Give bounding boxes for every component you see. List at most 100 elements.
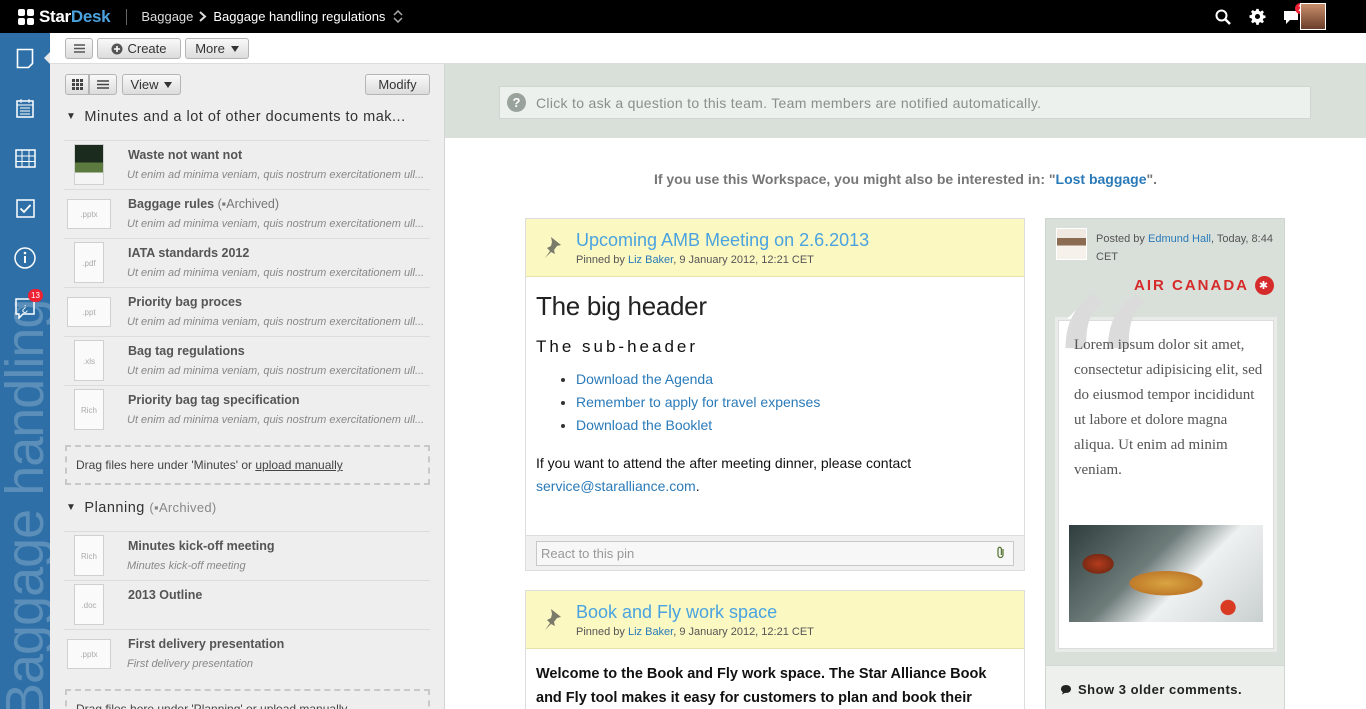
document-title[interactable]: Bag tag regulations [128,344,245,358]
gear-icon[interactable] [1240,0,1274,33]
left-rail: Baggage handling ¿ 13 [0,33,50,709]
pinned-by-link[interactable]: Liz Baker [628,626,673,638]
menu-button[interactable] [65,38,93,59]
hamburger-icon [73,44,85,53]
interest-prefix: If you use this Workspace, you might als… [653,171,1056,187]
ask-band: ? Click to ask a question to this team. … [445,64,1366,138]
dropzone-planning[interactable]: Drag files here under 'Planning' or uplo… [65,689,430,709]
document-row[interactable]: .xls Bag tag regulations Ut enim ad mini… [64,336,430,385]
document-description: Minutes kick-off meeting [127,560,246,572]
info-icon [14,247,36,269]
document-icon [16,48,34,68]
document-row[interactable]: .doc 2013 Outline [64,580,430,629]
rail-item-tasks[interactable] [0,188,50,228]
document-row[interactable]: .pptx Baggage rules (▪Archived) Ut enim … [64,189,430,238]
modify-button[interactable]: Modify [365,74,430,95]
more-label: More [195,41,225,56]
document-row[interactable]: .pdf IATA standards 2012 Ut enim ad mini… [64,238,430,287]
pin-header: Upcoming AMB Meeting on 2.6.2013 Pinned … [526,219,1024,277]
top-bar: Star Desk Baggage Baggage handling regula… [0,0,1366,33]
document-title[interactable]: Priority bag tag specification [128,393,300,407]
checkbox-icon [15,198,35,218]
help-badge: 13 [28,289,43,302]
quote-text: Lorem ipsum dolor sit amet, consectetur … [1074,337,1263,478]
document-row[interactable]: .ppt Priority bag proces Ut enim ad mini… [64,287,430,336]
table-icon [14,148,36,168]
workspace-switch-icon[interactable] [393,10,403,23]
travel-expenses-link[interactable]: Remember to apply for travel expenses [576,394,820,410]
create-label: Create [127,41,167,56]
section-minutes-header[interactable]: ▼ Minutes and a lot of other documents to… [66,109,406,125]
list-icon [97,80,109,89]
document-row[interactable]: Rich Priority bag tag specification Ut e… [64,385,430,434]
document-title[interactable]: 2013 Outline [128,588,202,602]
document-title[interactable]: Priority bag proces [128,295,242,309]
paperclip-icon[interactable] [996,546,1006,562]
email-link[interactable]: service@staralliance.com [536,478,696,494]
create-button[interactable]: Create [97,38,181,59]
document-title[interactable]: Minutes kick-off meeting [128,539,275,553]
interest-suffix: ". [1146,171,1158,187]
pin-meta: Pinned by Liz Baker, 9 January 2012, 12:… [576,626,814,638]
pinned-by-link[interactable]: Liz Baker [628,254,673,266]
rail-item-grid[interactable] [0,138,50,178]
app-logo[interactable]: Star Desk [18,6,111,27]
rail-item-info[interactable] [0,238,50,278]
speech-bubble-icon [1061,685,1071,695]
more-button[interactable]: More [185,38,249,59]
agenda-link[interactable]: Download the Agenda [576,371,713,387]
topbar-divider [126,8,128,25]
document-description: Ut enim ad minima veniam, quis nostrum e… [127,169,425,181]
pushpin-icon [542,235,564,262]
rail-item-help[interactable]: ¿ 13 [0,288,50,328]
document-row[interactable]: Waste not want not Ut enim ad minima ven… [64,140,430,189]
grid-icon [71,79,83,90]
document-title[interactable]: Baggage rules (▪Archived) [128,197,279,211]
breadcrumb-parent[interactable]: Baggage [141,9,193,24]
archived-text: Archived [226,197,275,211]
food-image[interactable] [1069,525,1263,622]
document-thumbnail: Rich [74,535,104,576]
document-description: Ut enim ad minima veniam, quis nostrum e… [127,218,425,230]
dropzone-text: Drag files here under 'Minutes' or [76,458,256,472]
app-name-desk: Desk [70,6,111,26]
breadcrumb-chevron-icon [199,9,207,25]
view-label: View [130,77,159,92]
collapse-triangle-icon: ▼ [66,111,77,122]
rail-item-documents[interactable] [0,38,50,78]
pinned-date: , 9 January 2012, 12:21 CET [673,626,814,638]
list-view-button[interactable] [89,74,117,95]
dropzone-minutes[interactable]: Drag files here under 'Minutes' or uploa… [65,445,430,485]
document-row[interactable]: .pptx First delivery presentation First … [64,629,430,678]
pin-link-list: Download the Agenda Remember to apply fo… [576,371,1024,440]
breadcrumb-current[interactable]: Baggage handling regulations [213,9,385,24]
booklet-link[interactable]: Download the Booklet [576,417,712,433]
document-title-text: Baggage rules [128,197,215,211]
document-row[interactable]: Rich Minutes kick-off meeting Minutes ki… [64,531,430,580]
pin-meta: Pinned by Liz Baker, 9 January 2012, 12:… [576,254,814,266]
user-avatar[interactable] [1300,3,1326,30]
list-item: Download the Agenda [576,371,1024,394]
interest-suggestion: If you use this Workspace, you might als… [445,171,1366,187]
lost-baggage-link[interactable]: Lost baggage [1056,171,1147,187]
pin-title[interactable]: Book and Fly work space [576,602,777,623]
view-dropdown[interactable]: View [122,74,181,95]
section-planning-header[interactable]: ▼ Planning (▪Archived) [66,500,217,516]
pushpin-icon [542,607,564,634]
show-older-comments[interactable]: Show 3 older comments. [1046,665,1284,709]
react-input[interactable]: React to this pin [536,541,1014,566]
document-title[interactable]: First delivery presentation [128,637,284,651]
sub-header: The sub-header [536,337,699,356]
ask-question-input[interactable]: ? Click to ask a question to this team. … [499,86,1311,119]
rail-item-calendar[interactable] [0,88,50,128]
document-title[interactable]: Waste not want not [128,148,242,162]
pin-header: Book and Fly work space Pinned by Liz Ba… [526,591,1024,649]
pinned-by-prefix: Pinned by [576,626,628,638]
plus-circle-icon [111,43,123,54]
grid-view-button[interactable] [65,74,89,95]
pin-title[interactable]: Upcoming AMB Meeting on 2.6.2013 [576,230,869,251]
document-title[interactable]: IATA standards 2012 [128,246,249,260]
search-icon[interactable] [1206,0,1240,33]
author-link[interactable]: Edmund Hall [1148,233,1211,245]
upload-manually-link[interactable]: upload manually [255,458,342,472]
